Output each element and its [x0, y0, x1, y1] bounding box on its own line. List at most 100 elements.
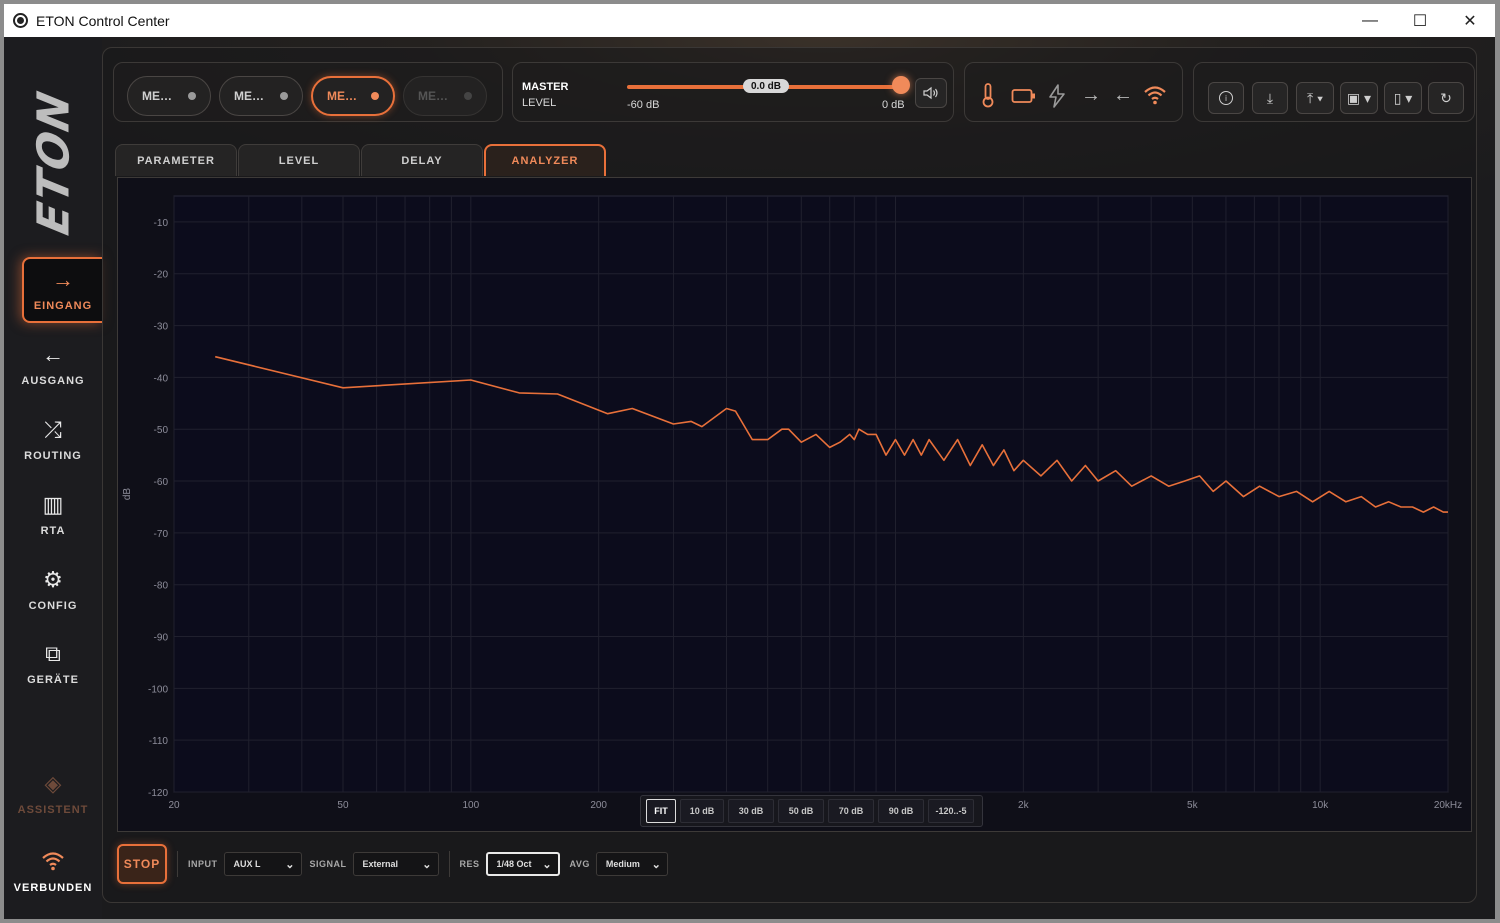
sidebar-item-geraete[interactable]: ⧉ GERÄTE	[4, 631, 102, 697]
master-level-group	[512, 62, 954, 122]
analyzer-chart-svg: -10-20-30-40-50-60-70-80-90-100-110-1202…	[122, 195, 1462, 811]
y-tick-label: -120	[148, 788, 168, 799]
sidebar-item-label: ASSISTENT	[17, 804, 89, 816]
chevron-down-icon: ⌄	[651, 858, 661, 871]
arrow-left-icon: ←	[42, 342, 64, 367]
download-icon: ⤓	[1266, 89, 1274, 106]
master-subtitle: LEVEL	[522, 97, 557, 109]
wifi-icon	[1143, 84, 1167, 111]
gear-icon: ⚙	[43, 567, 63, 592]
avg-select[interactable]: Medium ⌄	[595, 852, 668, 876]
x-tick-label: 10k	[1312, 800, 1329, 811]
y-axis-label: dB	[122, 488, 133, 501]
scale-button-70db[interactable]: 70 dB	[828, 799, 874, 823]
app-icon	[13, 13, 28, 28]
master-max-label: 0 dB	[882, 99, 905, 111]
tab-analyzer[interactable]: ANALYZER	[484, 144, 606, 176]
tab-delay[interactable]: DELAY	[361, 144, 483, 176]
sidebar-item-config[interactable]: ⚙ CONFIG	[4, 557, 102, 623]
input-label: INPUT	[188, 859, 218, 869]
y-tick-label: -60	[154, 477, 169, 488]
x-tick-label: 5k	[1187, 800, 1199, 811]
info-icon: i	[1219, 91, 1233, 105]
plot-area	[173, 195, 1449, 793]
sidebar-item-label: EINGANG	[33, 300, 93, 312]
sidebar-item-label: ROUTING	[24, 450, 82, 462]
avg-label: AVG	[569, 859, 590, 869]
sidebar-item-ausgang[interactable]: ← AUSGANG	[4, 332, 102, 398]
x-tick-label: 20	[168, 800, 180, 811]
divider	[177, 851, 178, 877]
save-icon: ▣ ▾	[1346, 89, 1372, 106]
x-tick-label: 20kHz	[1434, 800, 1462, 811]
sidebar-item-label: GERÄTE	[27, 674, 79, 686]
y-tick-label: -80	[154, 581, 169, 592]
mute-button[interactable]	[915, 78, 947, 108]
signal-label: SIGNAL	[309, 859, 347, 869]
chevron-down-icon: ⌄	[285, 858, 295, 871]
scale-button-90db[interactable]: 90 dB	[878, 799, 924, 823]
master-slider-handle[interactable]	[892, 76, 910, 94]
maximize-button[interactable]: ☐	[1395, 4, 1445, 37]
scale-button-fit[interactable]: FIT	[646, 799, 676, 823]
y-tick-label: -30	[154, 322, 169, 333]
thermometer-icon	[981, 82, 995, 113]
memory-button-2[interactable]: ME…	[219, 76, 303, 116]
layers-icon: ◈	[44, 771, 62, 796]
analyzer-controls: STOP INPUT AUX L ⌄ SIGNAL External ⌄ RES 1…	[117, 844, 1417, 884]
analyzer-chart: -10 -20 -30 -40 -50 -60 -70 -80 -90 -100 -110 -120 2…	[117, 177, 1472, 832]
scale-button-10db[interactable]: 10 dB	[680, 799, 724, 823]
bar-chart-icon: ▥	[42, 492, 64, 517]
refresh-button[interactable]: ↻	[1428, 82, 1464, 114]
speaker-icon	[923, 86, 938, 100]
close-button[interactable]: ✕	[1445, 4, 1495, 37]
x-tick-label: 50	[337, 800, 349, 811]
master-title: MASTER	[522, 81, 569, 93]
memory-button-4[interactable]: ME…	[403, 76, 487, 116]
scale-button-full-range[interactable]: -120..-5	[928, 799, 974, 823]
main-panel: ME… ME… ME… ME… MASTER LEVEL 0.0 dB -60 …	[102, 47, 1477, 903]
delete-button[interactable]: ▯ ▾	[1384, 82, 1422, 114]
upload-icon: ⤒ ▾	[1307, 89, 1323, 106]
download-button[interactable]: ⤓	[1252, 82, 1288, 114]
sidebar-item-eingang[interactable]: → EINGANG	[22, 257, 102, 323]
sidebar-item-label: AUSGANG	[21, 375, 85, 387]
refresh-icon: ↻	[1440, 89, 1452, 106]
delete-icon: ▯ ▾	[1393, 89, 1413, 106]
info-button[interactable]: i	[1208, 82, 1244, 114]
tab-level[interactable]: LEVEL	[238, 144, 360, 176]
res-label: RES	[459, 859, 480, 869]
memory-button-1[interactable]: ME…	[127, 76, 211, 116]
master-value-badge: 0.0 dB	[743, 79, 789, 93]
scale-button-50db[interactable]: 50 dB	[778, 799, 824, 823]
minimize-button[interactable]: —	[1345, 4, 1395, 37]
save-button[interactable]: ▣ ▾	[1340, 82, 1378, 114]
stop-button[interactable]: STOP	[117, 844, 167, 884]
arrow-right-icon: →	[52, 267, 74, 292]
battery-icon	[1011, 88, 1037, 109]
sidebar-item-rta[interactable]: ▥ RTA	[4, 482, 102, 548]
x-tick-label: 2k	[1018, 800, 1030, 811]
input-select[interactable]: AUX L ⌄	[223, 852, 302, 876]
tab-parameter[interactable]: PARAMETER	[115, 144, 237, 176]
memory-button-3[interactable]: ME…	[311, 76, 395, 116]
sidebar: ETON → EINGANG ← AUSGANG ⤮ ROUTING ▥ RTA…	[4, 37, 102, 919]
sidebar-item-assistent[interactable]: ◈ ASSISTENT	[4, 761, 102, 827]
upload-button[interactable]: ⤒ ▾	[1296, 82, 1334, 114]
sidebar-item-verbunden[interactable]: VERBUNDEN	[4, 839, 102, 905]
divider	[448, 851, 450, 877]
sidebar-item-routing[interactable]: ⤮ ROUTING	[4, 407, 102, 473]
scale-buttons: FIT 10 dB 30 dB 50 dB 70 dB 90 dB -120..…	[640, 795, 983, 827]
eton-logo: ETON	[28, 85, 80, 240]
x-tick-label: 100	[462, 800, 479, 811]
y-tick-label: -10	[154, 218, 169, 229]
signal-select[interactable]: External ⌄	[352, 852, 439, 876]
scale-button-30db[interactable]: 30 dB	[728, 799, 774, 823]
y-tick-label: -110	[149, 736, 169, 747]
devices-icon: ⧉	[45, 641, 61, 666]
app-window: ETON Control Center — ☐ ✕ ETON → EINGANG…	[4, 4, 1495, 919]
wifi-icon	[41, 850, 65, 876]
arrow-right-icon: →	[1081, 84, 1101, 106]
res-select[interactable]: 1/48 Oct ⌄	[485, 852, 560, 876]
y-tick-label: -20	[154, 270, 169, 281]
